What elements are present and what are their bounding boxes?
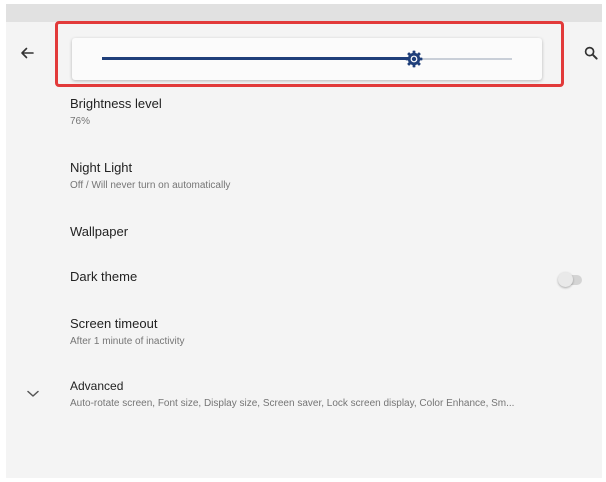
screen-timeout-value: After 1 minute of inactivity <box>70 336 185 347</box>
dark-theme-title: Dark theme <box>70 269 138 284</box>
advanced-title: Advanced <box>70 379 124 393</box>
brightness-gear-icon <box>405 50 422 68</box>
advanced-summary: Auto-rotate screen, Font size, Display s… <box>70 398 515 409</box>
status-bar <box>6 4 602 22</box>
brightness-level-value: 76% <box>70 116 91 127</box>
brightness-slider[interactable] <box>102 50 512 68</box>
screen-timeout-title: Screen timeout <box>70 316 158 331</box>
search-icon <box>584 46 598 60</box>
wallpaper-title: Wallpaper <box>70 224 129 239</box>
brightness-level-title: Brightness level <box>70 96 162 111</box>
brightness-slider-fill <box>102 57 414 60</box>
toggle-thumb <box>558 272 573 287</box>
settings-screen: Brightness level 76% Night Light Off / W… <box>6 4 602 478</box>
brightness-slider-panel <box>72 38 542 80</box>
night-light-title: Night Light <box>70 160 133 175</box>
screen-timeout-item[interactable]: Screen timeout After 1 minute of inactiv… <box>6 316 602 352</box>
toolbar <box>6 22 602 84</box>
chevron-down-icon <box>26 387 40 401</box>
search-button[interactable] <box>582 44 600 62</box>
back-button[interactable] <box>18 44 36 62</box>
night-light-item[interactable]: Night Light Off / Will never turn on aut… <box>6 160 602 196</box>
arrow-left-icon <box>21 47 34 59</box>
wallpaper-item[interactable]: Wallpaper <box>6 224 602 244</box>
brightness-level-item[interactable]: Brightness level 76% <box>6 96 602 132</box>
dark-theme-toggle[interactable] <box>556 271 584 287</box>
dark-theme-item[interactable]: Dark theme <box>6 269 602 289</box>
advanced-item[interactable]: Advanced Auto-rotate screen, Font size, … <box>6 379 602 415</box>
night-light-status: Off / Will never turn on automatically <box>70 180 231 191</box>
brightness-slider-thumb[interactable] <box>404 49 424 69</box>
